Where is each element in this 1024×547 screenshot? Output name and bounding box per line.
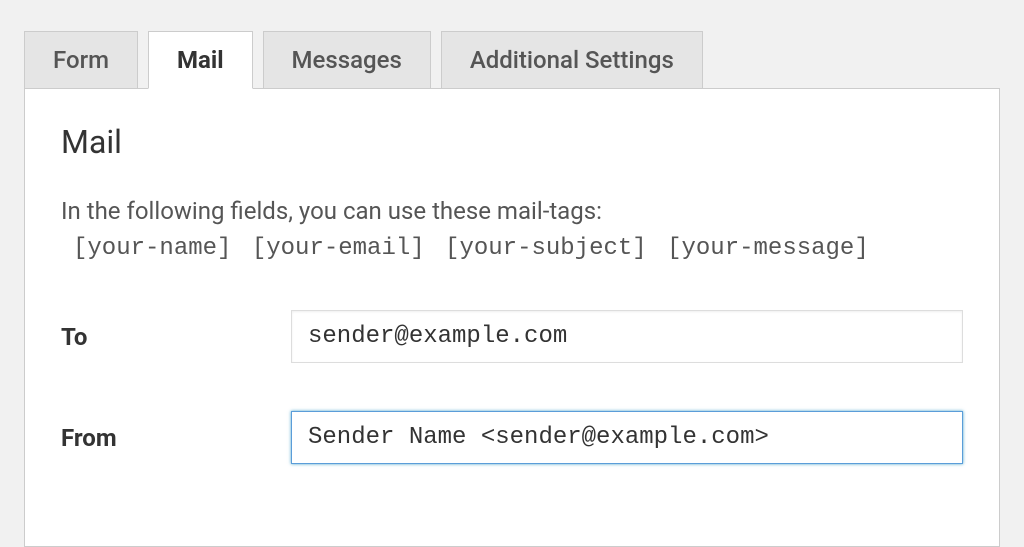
tab-form[interactable]: Form <box>24 31 138 89</box>
instructions-text: In the following fields, you can use the… <box>61 197 963 225</box>
tab-mail[interactable]: Mail <box>148 31 253 89</box>
from-label: From <box>61 424 291 452</box>
to-input[interactable] <box>291 310 963 363</box>
field-row-to: To <box>61 310 963 363</box>
tab-additional-settings[interactable]: Additional Settings <box>441 31 703 89</box>
from-input[interactable] <box>291 411 963 464</box>
field-row-from: From <box>61 411 963 464</box>
to-label: To <box>61 323 291 351</box>
panel-title: Mail <box>61 123 963 161</box>
tab-bar: Form Mail Messages Additional Settings <box>24 30 1000 88</box>
tab-messages[interactable]: Messages <box>263 31 431 89</box>
mail-tags-list: [your-name] [your-email] [your-subject] … <box>73 235 963 262</box>
mail-panel: Mail In the following fields, you can us… <box>24 88 1000 547</box>
